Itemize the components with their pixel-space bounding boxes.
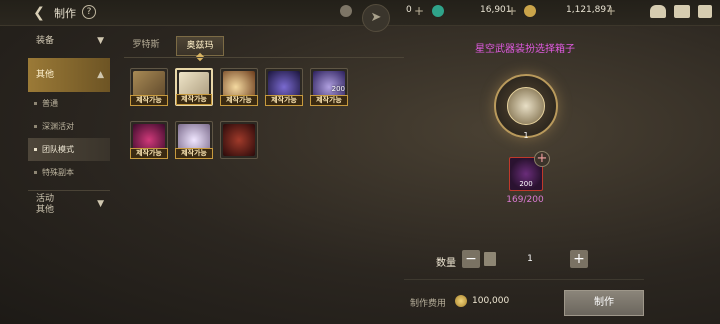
craftable-tag: 제작가능	[220, 95, 258, 106]
sidebar-item-equipment[interactable]: 装备 ▼	[28, 30, 110, 52]
sidebar-item-label: 装备	[36, 36, 55, 46]
stamina-value: 0	[406, 5, 412, 15]
item-art	[223, 124, 255, 156]
item-slot[interactable]: 제작가능	[130, 68, 168, 106]
chevron-down-icon: ▼	[97, 199, 104, 209]
calculator-icon[interactable]	[484, 252, 496, 266]
chevron-up-icon: ▲	[97, 70, 104, 80]
sidebar-item-label: 其他	[36, 70, 55, 80]
quantity-minus-button[interactable]: −	[462, 250, 480, 268]
quantity-plus-button[interactable]: +	[570, 250, 588, 268]
fee-value: 100,000	[472, 296, 510, 306]
sidebar-menu: 装备 ▼ 其他 ▲ 普通 深渊活对 团队模式 特殊副本 活动 其他 ▼	[28, 30, 110, 220]
chevron-down-icon: ▼	[97, 36, 104, 46]
bag-icon[interactable]	[650, 5, 666, 18]
gold-value: 1,121,897	[566, 5, 612, 15]
sidebar-sub-special-dungeon[interactable]: 特殊副本	[28, 161, 110, 184]
item-slot[interactable]	[220, 121, 258, 159]
craftable-tag: 제작가능	[176, 94, 212, 105]
material-count: 200	[519, 180, 533, 188]
craftable-tag: 제작가능	[130, 148, 168, 159]
sidebar-sub-abyss[interactable]: 深渊活对	[28, 115, 110, 138]
sidebar-item-event-other[interactable]: 活动 其他 ▼	[28, 190, 110, 220]
stamina-icon	[340, 5, 352, 17]
help-icon[interactable]: ?	[82, 5, 96, 19]
fee-label: 制作费用	[410, 299, 447, 309]
sidebar-item-other[interactable]: 其他 ▲	[28, 58, 110, 92]
gem-icon	[432, 5, 444, 17]
item-slot[interactable]: 200 제작가능	[310, 68, 348, 106]
add-material-icon[interactable]: +	[534, 151, 550, 167]
craft-button[interactable]: 制作	[564, 290, 644, 316]
add-gem-icon[interactable]: +	[507, 4, 517, 18]
item-count: 200	[331, 85, 345, 93]
page-title: 制作	[54, 7, 76, 20]
craftable-tag: 제작가능	[310, 95, 348, 106]
craftable-tag: 제작가능	[175, 148, 213, 159]
back-arrow-icon[interactable]: ❮	[30, 4, 48, 22]
material-progress: 169/200	[506, 195, 544, 205]
recipe-title: 星空武器装扮选择箱子	[475, 44, 575, 55]
item-slot-selected[interactable]: 제작가능	[175, 68, 213, 106]
add-stamina-icon[interactable]: +	[414, 4, 424, 18]
item-slot[interactable]: 제작가능	[265, 68, 303, 106]
quantity-input[interactable]: 1	[500, 250, 560, 268]
divider	[404, 279, 644, 280]
quantity-label: 数量	[436, 258, 456, 269]
tab-label: 奥兹玛	[186, 41, 214, 51]
craftable-tag: 제작가능	[265, 95, 303, 106]
tab-lotus[interactable]: 罗特斯	[124, 36, 168, 56]
sidebar-sub-normal[interactable]: 普通	[28, 92, 110, 115]
craftable-tag: 제작가능	[130, 95, 168, 106]
sidebar-sub-raid[interactable]: 团队模式	[28, 138, 110, 161]
chat-icon[interactable]	[698, 5, 712, 18]
gold-coin-icon	[455, 295, 467, 307]
item-slot[interactable]: 제작가능	[220, 68, 258, 106]
gold-icon	[524, 5, 536, 17]
item-slot[interactable]: 제작가능	[130, 121, 168, 159]
share-icon[interactable]: ➤	[362, 4, 390, 32]
tab-ozma[interactable]: 奥兹玛	[176, 36, 224, 62]
result-item-slot[interactable]: 1	[494, 74, 558, 140]
top-bar: ❮ 制作 ? 0 + 16,901 + 1,121,897 +	[0, 0, 720, 26]
result-item-art	[507, 87, 545, 125]
mail-icon[interactable]	[674, 5, 690, 18]
item-slot[interactable]: 제작가능	[175, 121, 213, 159]
add-gold-icon[interactable]: +	[606, 4, 616, 18]
divider	[124, 57, 404, 58]
result-count: 1	[523, 131, 529, 140]
